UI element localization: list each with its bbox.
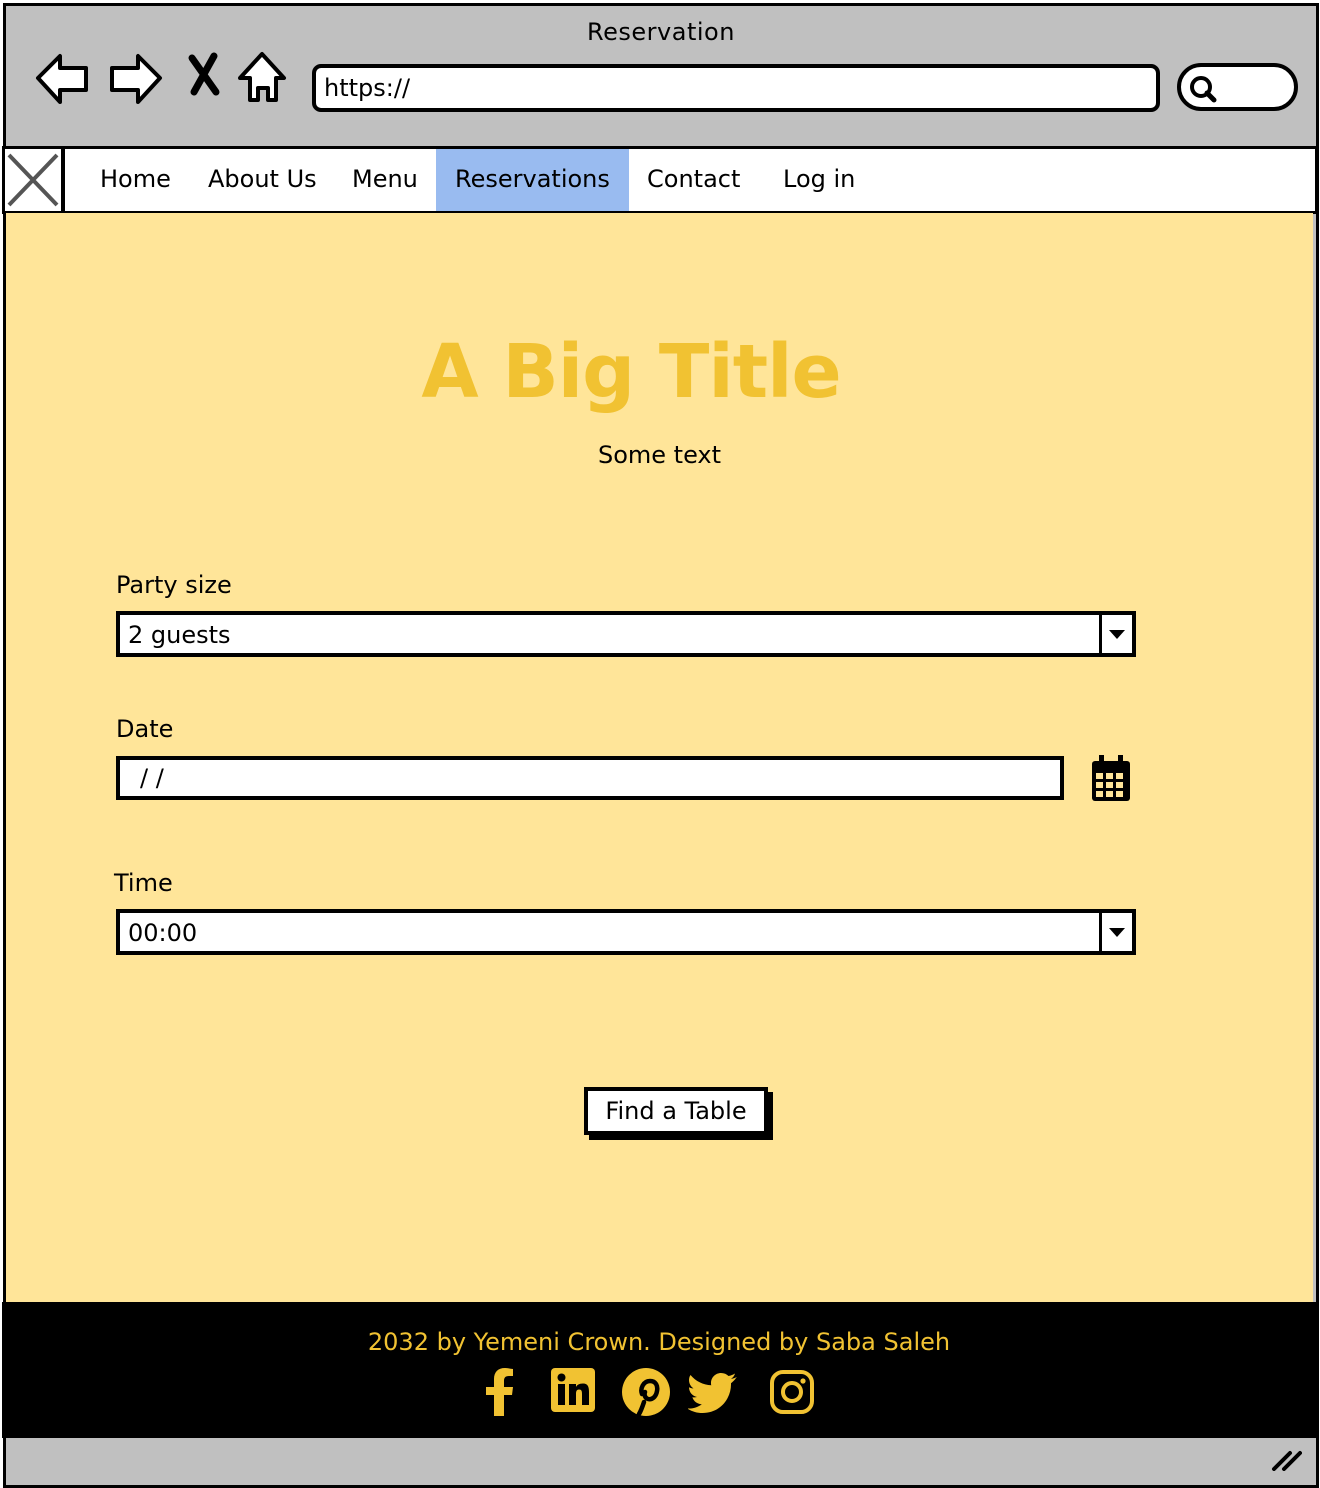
party-size-value: 2 guests xyxy=(128,621,231,649)
resize-grip-icon[interactable] xyxy=(1270,1447,1302,1475)
party-size-select[interactable]: 2 guests xyxy=(116,611,1136,657)
find-table-button[interactable]: Find a Table xyxy=(584,1087,768,1135)
nav-item-menu[interactable]: Menu xyxy=(333,149,437,211)
linkedin-icon[interactable] xyxy=(551,1368,595,1416)
stop-icon[interactable] xyxy=(184,48,224,108)
nav-item-contact[interactable]: Contact xyxy=(628,149,759,211)
pinterest-icon[interactable] xyxy=(622,1368,670,1420)
nav-item-reservations[interactable]: Reservations xyxy=(436,149,629,211)
time-value: 00:00 xyxy=(128,919,198,947)
nav-bar: Home About Us Menu Reservations Contact … xyxy=(2,146,1318,214)
twitter-icon[interactable] xyxy=(687,1372,738,1418)
logo-placeholder xyxy=(5,149,65,211)
nav-item-about-us[interactable]: About Us xyxy=(189,149,336,211)
party-size-label: Party size xyxy=(116,571,232,599)
facebook-icon[interactable] xyxy=(482,1368,518,1420)
main-content: A Big Title Some text Party size 2 guest… xyxy=(6,213,1313,1302)
forward-arrow-icon[interactable] xyxy=(106,48,162,108)
calendar-icon[interactable] xyxy=(1089,753,1133,809)
page-subtitle: Some text xyxy=(597,441,722,469)
window-title: Reservation xyxy=(587,18,735,46)
date-input[interactable]: / / xyxy=(116,756,1064,800)
chevron-down-icon[interactable] xyxy=(1099,913,1132,951)
search-icon xyxy=(1190,76,1217,103)
date-label: Date xyxy=(116,715,174,743)
nav-item-log-in[interactable]: Log in xyxy=(764,149,874,211)
instagram-icon[interactable] xyxy=(770,1370,814,1418)
back-arrow-icon[interactable] xyxy=(32,48,88,108)
time-label: Time xyxy=(114,869,173,897)
home-icon[interactable] xyxy=(234,48,290,108)
nav-item-home[interactable]: Home xyxy=(81,149,190,211)
footer: 2032 by Yemeni Crown. Designed by Saba S… xyxy=(2,1302,1316,1438)
page-title: A Big Title xyxy=(421,329,841,415)
chevron-down-icon[interactable] xyxy=(1099,615,1132,653)
search-button[interactable] xyxy=(1177,63,1298,111)
time-select[interactable]: 00:00 xyxy=(116,909,1136,955)
footer-credits: 2032 by Yemeni Crown. Designed by Saba S… xyxy=(367,1328,951,1356)
url-input[interactable]: https:// xyxy=(312,64,1160,112)
